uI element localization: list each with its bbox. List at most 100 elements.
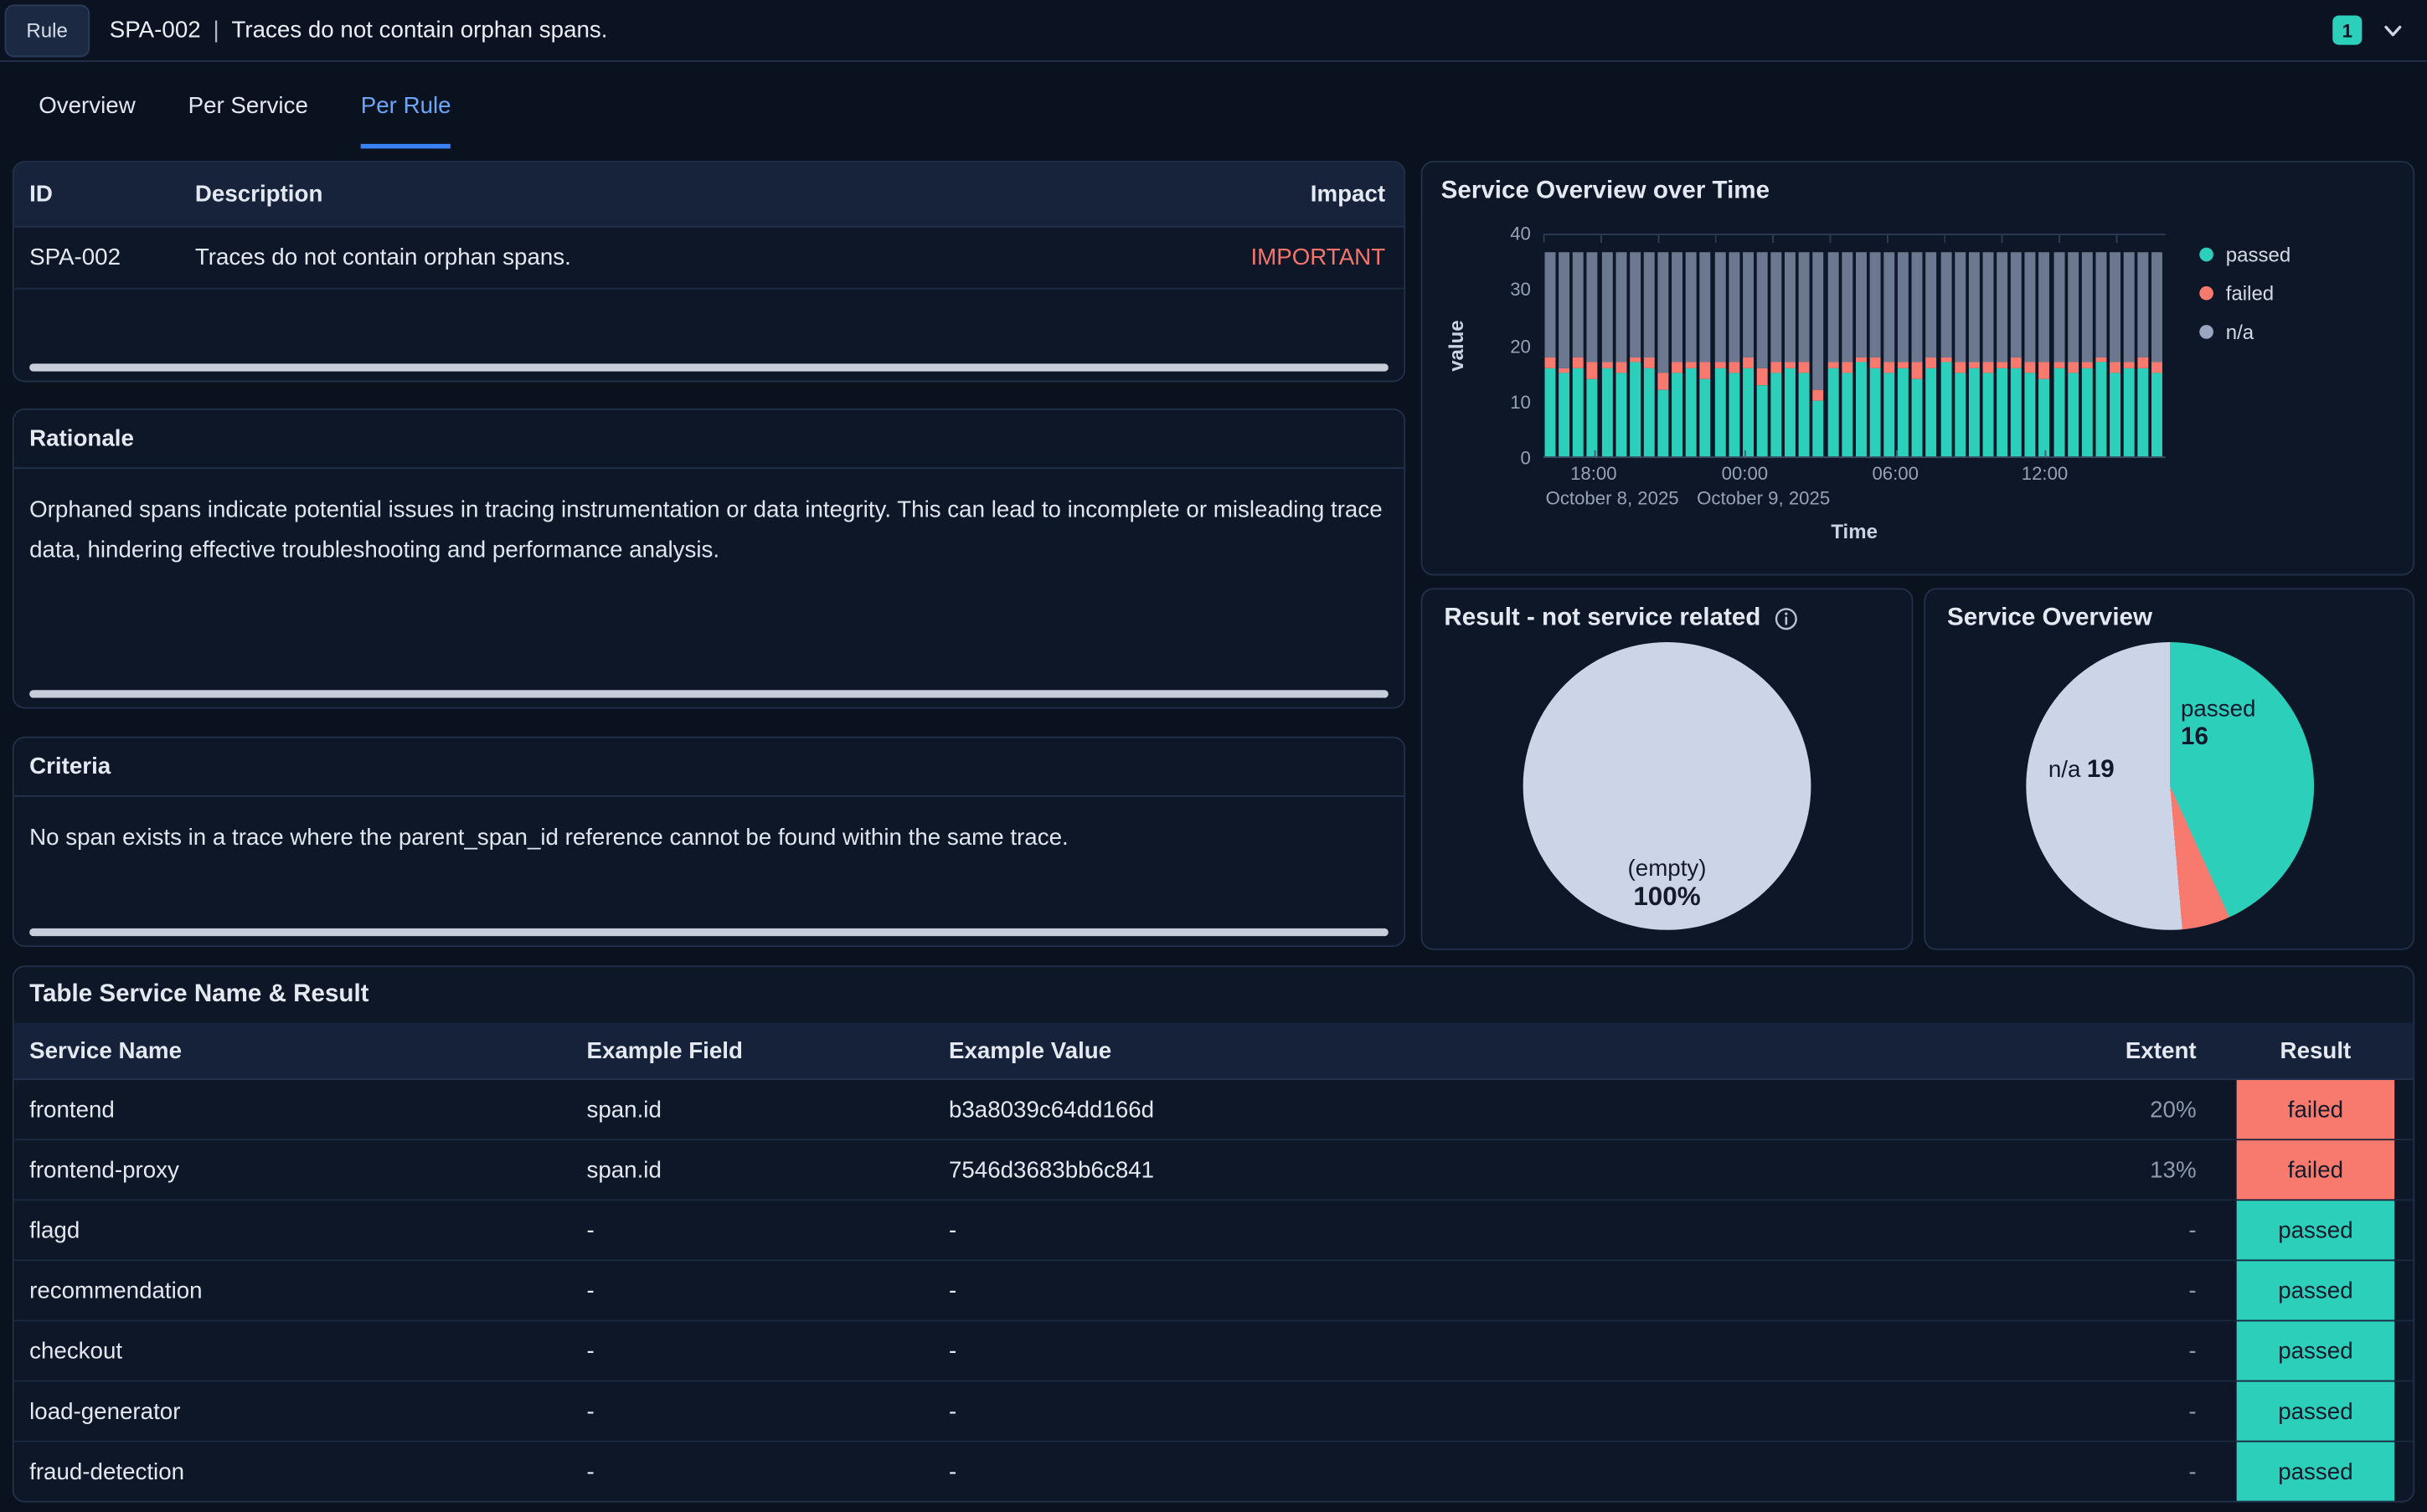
tab-per-rule[interactable]: Per Rule (361, 62, 451, 148)
chevron-down-icon[interactable] (2381, 18, 2406, 43)
count-badge[interactable]: 1 (2332, 15, 2362, 44)
seg-passed (1756, 384, 1767, 456)
seg-failed (1982, 363, 1993, 373)
col-header-service-name: Service Name (14, 1037, 587, 1063)
stacked-bar (1672, 235, 1682, 456)
info-icon[interactable] (1773, 606, 1798, 631)
seg-na (1573, 252, 1584, 357)
seg-passed (2081, 368, 2092, 457)
stacked-bar (1743, 235, 1754, 456)
table-row: frontend-proxyspan.id7546d3683bb6c84113%… (14, 1140, 2414, 1201)
pie-label-na: n/a19 (2048, 757, 2115, 784)
seg-passed (1842, 373, 1852, 456)
cell-example-field: span.id (586, 1096, 948, 1122)
legend-label-failed: failed (2226, 281, 2274, 305)
stacked-bar (1644, 235, 1655, 456)
stacked-bar (1898, 235, 1909, 456)
service-pie-chart: passed16 n/a19 (2025, 642, 2313, 930)
seg-passed (2095, 363, 2106, 456)
result-badge: failed (2237, 1080, 2395, 1139)
seg-na (2039, 252, 2050, 363)
pie-label-passed: passed16 (2181, 697, 2255, 753)
horizontal-scrollbar[interactable] (29, 928, 1389, 936)
seg-passed (2011, 368, 2022, 457)
result-pie-chart: (empty) 100% (1523, 642, 1811, 930)
seg-na (1686, 252, 1697, 363)
cell-example-field: - (586, 1338, 948, 1364)
y-tick-label: 40 (1510, 223, 1531, 244)
legend-item-passed[interactable]: passed (2199, 243, 2398, 266)
legend-item-na[interactable]: n/a (2199, 321, 2398, 344)
stacked-bar (1756, 235, 1767, 456)
seg-na (2011, 252, 2022, 357)
seg-na (1940, 252, 1951, 357)
seg-failed (1869, 357, 1880, 368)
seg-passed (1968, 368, 1979, 457)
cell-service-name: fraud-detection (14, 1458, 587, 1484)
stacked-bar (2081, 235, 2092, 456)
table-row: load-generator---passed (14, 1381, 2414, 1442)
seg-na (1955, 252, 1966, 363)
cell-service-name: frontend (14, 1096, 587, 1122)
horizontal-scrollbar[interactable] (29, 363, 1389, 371)
cell-rule-description: Traces do not contain orphan spans. (195, 244, 1172, 270)
cell-example-value: - (949, 1217, 1995, 1243)
seg-na (2025, 252, 2036, 363)
seg-failed (1842, 363, 1852, 373)
cell-example-field: - (586, 1458, 948, 1484)
stacked-bar (1926, 235, 1937, 456)
seg-passed (1869, 368, 1880, 457)
seg-na (1601, 252, 1612, 363)
y-tick-label: 10 (1510, 391, 1531, 413)
seg-failed (1657, 373, 1668, 390)
chart-body: value 403020100 18:0000:0006:0012:00 Oct… (1438, 234, 2398, 543)
rule-type-badge: Rule (5, 4, 90, 57)
tab-per-service[interactable]: Per Service (188, 62, 308, 148)
topbar: Rule SPA-002 | Traces do not contain orp… (0, 0, 2427, 62)
seg-na (1827, 252, 1838, 363)
page-title: SPA-002 | Traces do not contain orphan s… (110, 17, 608, 43)
seg-passed (1672, 373, 1682, 456)
seg-na (1813, 252, 1824, 390)
cell-example-field: - (586, 1278, 948, 1304)
legend-item-failed[interactable]: failed (2199, 281, 2398, 305)
service-table-header: Service Name Example Field Example Value… (14, 1023, 2414, 1080)
seg-passed (1799, 373, 1810, 456)
service-table-body: frontendspan.idb3a8039c64dd166d20%failed… (14, 1080, 2414, 1503)
stacked-bar (1559, 235, 1569, 456)
cell-service-name: recommendation (14, 1278, 587, 1304)
cell-example-value: - (949, 1338, 1995, 1364)
seg-na (1587, 252, 1598, 363)
seg-passed (2025, 373, 2036, 456)
seg-failed (2152, 363, 2163, 373)
cell-example-value: 7546d3683bb6c841 (949, 1157, 1995, 1183)
result-badge: passed (2237, 1381, 2395, 1440)
result-pie-panel: Result - not service related (empty) 100… (1421, 588, 1914, 949)
seg-passed (1997, 368, 2007, 457)
x-date-label: October 9, 2025 (1697, 487, 1830, 509)
cell-example-value: - (949, 1458, 1995, 1484)
chart-legend: passed failed n/a (2166, 234, 2398, 543)
seg-na (1756, 252, 1767, 368)
seg-na (1968, 252, 1979, 363)
seg-na (1842, 252, 1852, 363)
seg-passed (1827, 368, 1838, 457)
rule-table-row: SPA-002 Traces do not contain orphan spa… (14, 228, 1404, 290)
x-axis-ticks: 18:0000:0006:0012:00 (1543, 463, 2166, 488)
seg-failed (2025, 363, 2036, 373)
cell-example-value: - (949, 1398, 1995, 1424)
tab-overview[interactable]: Overview (39, 62, 136, 148)
seg-failed (1912, 363, 1923, 379)
horizontal-scrollbar[interactable] (29, 690, 1389, 697)
result-badge: passed (2237, 1443, 2395, 1501)
stacked-bar (1573, 235, 1584, 456)
stacked-bar (1869, 235, 1880, 456)
passed-dot-icon (2199, 248, 2213, 262)
seg-failed (1883, 363, 1894, 373)
stacked-bar (2039, 235, 2050, 456)
x-tick-label: 18:00 (1570, 463, 1617, 485)
seg-passed (1657, 390, 1668, 456)
right-column: Service Overview over Time value 4030201… (1421, 161, 2415, 950)
stacked-bar (1799, 235, 1810, 456)
seg-na (1615, 252, 1626, 363)
